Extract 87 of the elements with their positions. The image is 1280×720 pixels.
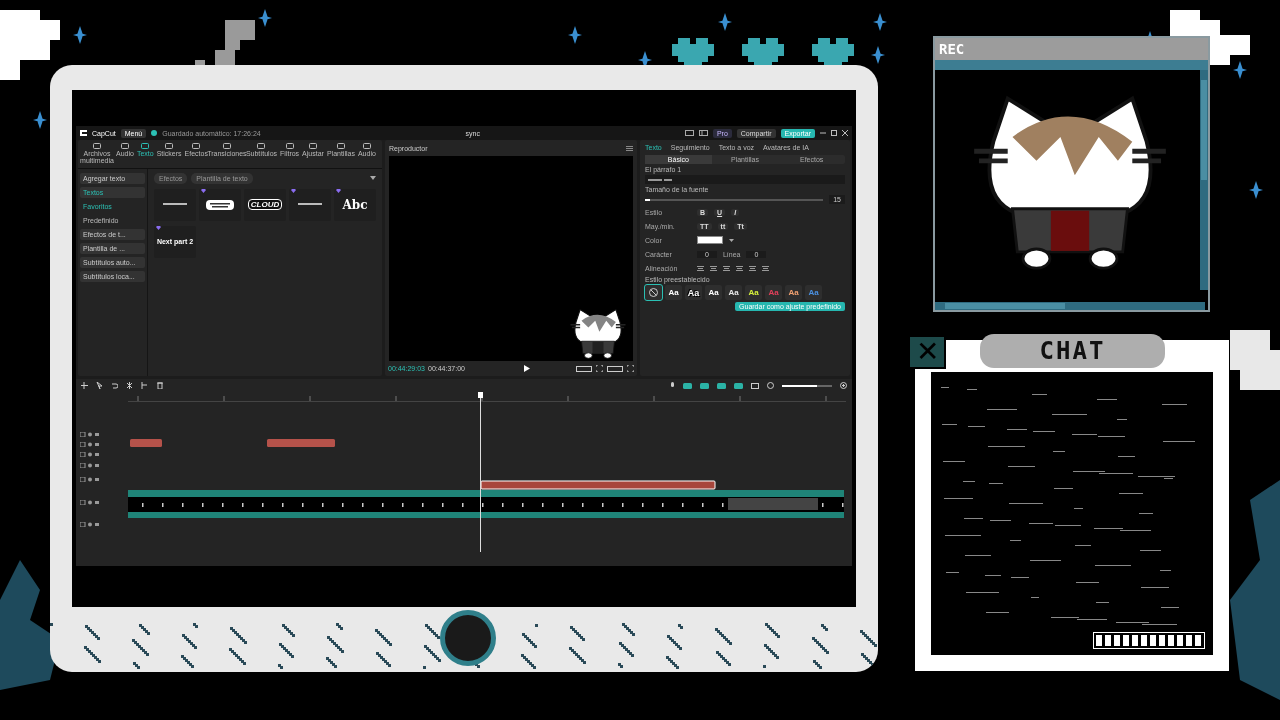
text-preset-card[interactable]: [289, 188, 331, 221]
cloud-drawing: [1230, 330, 1280, 390]
playhead[interactable]: [478, 392, 483, 552]
sparkle-icon: [1249, 181, 1263, 199]
window-title: REC: [935, 38, 1208, 60]
square-icon: [309, 143, 317, 149]
preset-sample: Abc: [342, 197, 368, 212]
play-icon[interactable]: [524, 365, 530, 372]
sparkle-icon: [871, 46, 885, 64]
align-icon[interactable]: [710, 265, 717, 271]
style-preset[interactable]: Aa: [725, 285, 742, 300]
align-icon[interactable]: [736, 265, 743, 271]
caret-icon: [370, 176, 376, 181]
preset-sample: CLOUD: [247, 199, 283, 211]
square-icon: [257, 143, 266, 149]
diamond-icon: [156, 225, 161, 230]
square-icon: [336, 143, 345, 149]
text-clip[interactable]: [130, 439, 162, 447]
color-swatch[interactable]: [697, 236, 723, 244]
layout-icon: [684, 130, 694, 136]
sample-text-drawing: [163, 203, 187, 207]
logo-icon: [80, 130, 87, 136]
align-icon[interactable]: [749, 265, 756, 271]
square-icon: [222, 143, 231, 149]
trim-icon[interactable]: [141, 382, 148, 389]
fullscreen-icon[interactable]: [627, 365, 634, 372]
square-icon: [285, 143, 294, 149]
square-icon: [120, 143, 129, 149]
diamond-icon: [291, 188, 296, 193]
caret-icon: [729, 238, 734, 242]
square-icon: [165, 143, 174, 149]
style-preset[interactable]: Aa: [685, 285, 702, 300]
sparkle-icon: [873, 13, 887, 31]
zoom-out-icon[interactable]: [767, 382, 774, 389]
text-preset-card[interactable]: [154, 188, 196, 221]
chat-title: CHAT: [980, 334, 1165, 368]
text-input-field[interactable]: [645, 175, 845, 184]
diamond-icon: [201, 188, 206, 193]
ratio-icon[interactable]: [576, 365, 592, 372]
font-size-slider[interactable]: [645, 198, 824, 201]
style-preset[interactable]: Aa: [785, 285, 802, 300]
square-icon: [141, 143, 150, 149]
sparkle-icon: [258, 9, 272, 27]
sample-text-drawing: [298, 203, 322, 207]
square-icon: [192, 143, 201, 149]
microphone-icon[interactable]: [670, 382, 675, 389]
no-style-icon: [649, 288, 658, 297]
sparkle-icon: [718, 13, 732, 31]
undo-icon[interactable]: [111, 382, 118, 389]
preview-icon[interactable]: [751, 382, 759, 389]
sparkle-icon: [33, 111, 47, 129]
text-preset-card[interactable]: [199, 188, 241, 221]
sparkle-icon: [73, 26, 87, 44]
style-preset[interactable]: Aa: [745, 285, 762, 300]
text-preset-card[interactable]: Abc: [334, 188, 376, 221]
typed-text-drawing: [648, 178, 672, 181]
square-icon: [362, 143, 371, 149]
style-preset[interactable]: [645, 285, 662, 300]
add-icon[interactable]: [81, 382, 88, 389]
minimize-icon: [820, 130, 826, 136]
style-preset[interactable]: Aa: [665, 285, 682, 300]
style-preset[interactable]: Aa: [705, 285, 722, 300]
ratio-icon[interactable]: [607, 365, 623, 372]
delete-icon[interactable]: [156, 382, 163, 389]
crop-icon[interactable]: [596, 365, 603, 372]
text-clip[interactable]: [267, 439, 335, 447]
close-icon: [842, 130, 848, 136]
video-clip[interactable]: [128, 490, 844, 518]
diamond-icon: [336, 188, 341, 193]
align-icon[interactable]: [762, 265, 769, 271]
cloud-sync-icon: [151, 130, 158, 136]
square-icon: [93, 143, 101, 149]
align-icon[interactable]: [723, 265, 730, 271]
style-preset[interactable]: Aa: [805, 285, 822, 300]
sparkle-icon: [568, 26, 582, 44]
split-icon[interactable]: [126, 382, 133, 389]
menu-icon: [626, 145, 633, 151]
text-clip[interactable]: [480, 480, 716, 490]
cursor-icon[interactable]: [96, 382, 103, 389]
align-icon[interactable]: [697, 265, 704, 271]
maximize-icon: [831, 130, 837, 136]
sparkle-icon: [1233, 61, 1247, 79]
panel-icon: [698, 130, 708, 136]
text-preset-card[interactable]: CLOUD: [244, 188, 286, 221]
bubble-text-drawing: [205, 198, 235, 211]
zoom-in-icon[interactable]: [840, 382, 847, 389]
zoom-slider[interactable]: [782, 384, 832, 387]
